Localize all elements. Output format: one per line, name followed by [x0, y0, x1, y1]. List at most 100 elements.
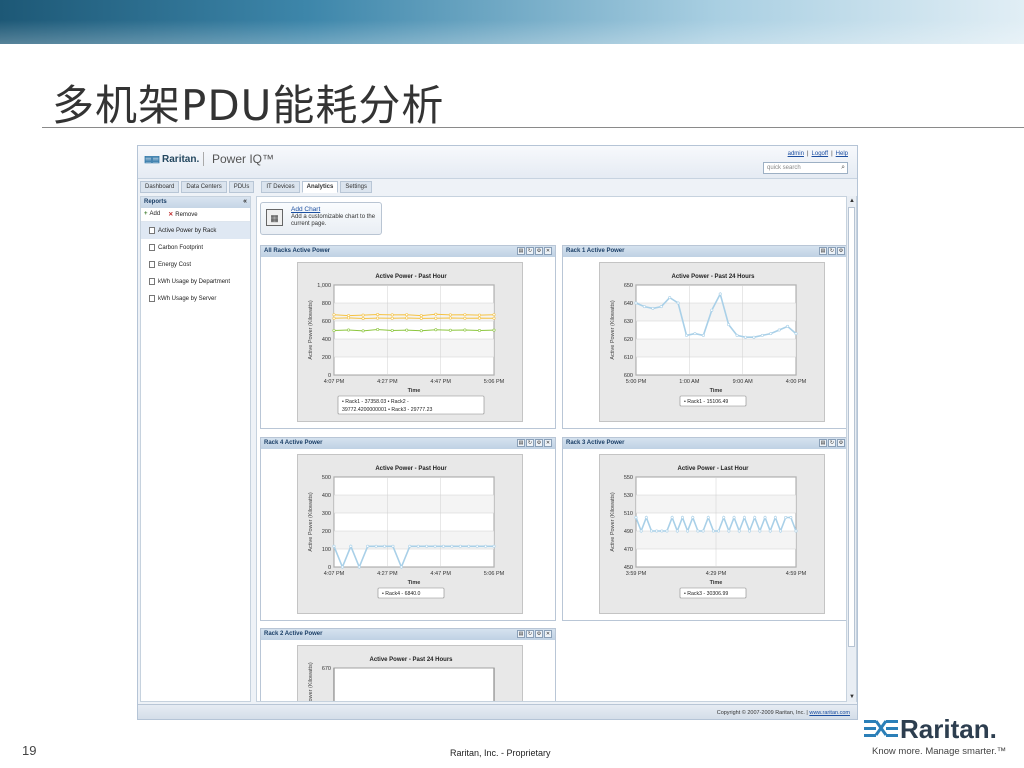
data-point: [727, 529, 731, 533]
scroll-up-icon[interactable]: ▲: [847, 196, 857, 206]
data-point: [649, 529, 653, 533]
copyright-text: Copyright © 2007-2009 Raritan, Inc. |: [716, 710, 808, 716]
tab-it-devices[interactable]: IT Devices: [261, 181, 300, 193]
panel-header: Rack 1 Active Power▤↻⚙✕: [563, 246, 856, 257]
main-scrollbar[interactable]: ▲ ▼: [846, 196, 856, 702]
y-axis-label: Active Power (Kilowatts): [308, 300, 314, 359]
logoff-link[interactable]: Logoff: [812, 151, 829, 157]
y-axis-label: Active Power (Kilowatts): [610, 492, 616, 551]
export-icon[interactable]: ▤: [819, 247, 827, 255]
refresh-icon[interactable]: ↻: [526, 439, 534, 447]
reports-sidebar: Reports « + Add ✕ Remove Active Power by R…: [140, 196, 251, 702]
search-icon[interactable]: ⌕: [841, 164, 845, 172]
refresh-icon[interactable]: ↻: [526, 630, 534, 638]
raritan-url-link[interactable]: www.raritan.com: [809, 710, 850, 716]
collapse-icon[interactable]: «: [243, 198, 247, 205]
refresh-icon[interactable]: ↻: [828, 247, 836, 255]
chart-frame: Active Power - Past Hour 500 400 300 200 100 0…: [297, 454, 523, 614]
tab-dashboard[interactable]: Dashboard: [140, 181, 180, 193]
close-icon[interactable]: ✕: [544, 630, 552, 638]
add-chart-button[interactable]: ▦ Add Chart Add a customizable chart to …: [260, 202, 382, 235]
tab-data-centers[interactable]: Data Centers: [181, 181, 227, 193]
data-point: [361, 329, 365, 333]
x-tick-label: 3:59 PM: [626, 571, 647, 577]
panel-header: All Racks Active Power ▤ ↻ ⚙ ✕: [261, 246, 555, 257]
data-point: [332, 328, 336, 332]
refresh-icon[interactable]: ↻: [828, 439, 836, 447]
data-point: [735, 333, 739, 337]
chart-title: Active Power - Past Hour: [375, 466, 447, 472]
chart-title: Active Power - Past 24 Hours: [369, 657, 453, 663]
chart-title: Active Power - Past 24 Hours: [671, 274, 755, 280]
tab-pdus[interactable]: PDUs: [228, 181, 255, 193]
raritan-brand-icon: [864, 720, 898, 737]
data-point: [742, 515, 746, 519]
report-item-label: kWh Usage by Server: [158, 295, 217, 302]
settings-icon[interactable]: ⚙: [837, 247, 845, 255]
add-chart-link[interactable]: Add Chart: [291, 206, 320, 213]
settings-icon[interactable]: ⚙: [837, 439, 845, 447]
data-point: [763, 515, 767, 519]
data-point: [660, 529, 664, 533]
report-item-kwh-usage-by-server[interactable]: kWh Usage by Server: [141, 290, 250, 307]
chart-add-icon: ▦: [266, 209, 283, 226]
remove-report-button[interactable]: ✕ Remove: [168, 211, 197, 218]
data-point: [644, 515, 648, 519]
settings-icon[interactable]: ⚙: [535, 630, 543, 638]
analytics-main: ▦ Add Chart Add a customizable chart to …: [256, 196, 857, 702]
data-point: [376, 313, 380, 317]
data-point: [475, 544, 479, 548]
close-icon[interactable]: ✕: [544, 439, 552, 447]
data-point: [794, 332, 798, 336]
brand-name: Raritan.: [900, 714, 997, 744]
close-icon[interactable]: ✕: [544, 247, 552, 255]
tab-settings[interactable]: Settings: [340, 181, 372, 193]
report-item-kwh-usage-by-department[interactable]: kWh Usage by Department: [141, 273, 250, 290]
data-point: [450, 544, 454, 548]
legend-row: • Rack1 - 37358.03 • Rack2 -: [342, 399, 409, 405]
chart-svg: Active Power - Past Hour 1,000 800 600 400 20…: [308, 274, 505, 415]
data-point: [419, 314, 423, 318]
admin-link[interactable]: admin: [788, 151, 804, 157]
chart-panel-0: All Racks Active Power ▤ ↻ ⚙ ✕ Active Power -…: [260, 245, 556, 429]
data-point: [642, 305, 646, 309]
data-point: [347, 316, 351, 320]
chart-panel-3: Rack 3 Active Power▤↻⚙✕Active Power - La…: [562, 437, 856, 621]
export-icon[interactable]: ▤: [517, 630, 525, 638]
help-link[interactable]: Help: [836, 151, 848, 157]
export-icon[interactable]: ▤: [517, 247, 525, 255]
tab-analytics[interactable]: Analytics: [301, 181, 339, 193]
report-item-carbon-footprint[interactable]: Carbon Footprint: [141, 239, 250, 256]
add-chart-description: Add a customizable chart to the current …: [291, 214, 376, 227]
data-point: [408, 544, 412, 548]
x-tick-label: 4:59 PM: [786, 571, 807, 577]
y-tick-label: 100: [322, 547, 331, 553]
y-tick-label: 1,000: [317, 283, 331, 289]
settings-icon[interactable]: ⚙: [535, 439, 543, 447]
data-point: [399, 565, 403, 569]
data-point: [711, 529, 715, 533]
data-point: [434, 316, 438, 320]
settings-icon[interactable]: ⚙: [535, 247, 543, 255]
search-placeholder: quick search: [767, 165, 801, 171]
data-point: [634, 301, 638, 305]
quick-search-input[interactable]: quick search ⌕: [763, 162, 848, 174]
y-tick-label: 500: [322, 475, 331, 481]
export-icon[interactable]: ▤: [819, 439, 827, 447]
data-point: [680, 515, 684, 519]
report-doc-icon: [149, 261, 155, 268]
data-point: [743, 335, 747, 339]
report-item-energy-cost[interactable]: Energy Cost: [141, 256, 250, 273]
scroll-down-icon[interactable]: ▼: [847, 692, 857, 702]
scroll-thumb[interactable]: [848, 207, 855, 647]
x-tick-label: 4:00 PM: [786, 379, 807, 385]
export-icon[interactable]: ▤: [517, 439, 525, 447]
data-point: [419, 329, 423, 333]
x-tick-label: 4:07 PM: [324, 379, 345, 385]
series-line: [333, 317, 495, 319]
add-report-button[interactable]: + Add: [144, 211, 160, 218]
refresh-icon[interactable]: ↻: [526, 247, 534, 255]
report-item-active-power-by-rack[interactable]: Active Power by Rack: [141, 222, 250, 239]
grid-band: [334, 339, 494, 357]
data-point: [357, 565, 361, 569]
